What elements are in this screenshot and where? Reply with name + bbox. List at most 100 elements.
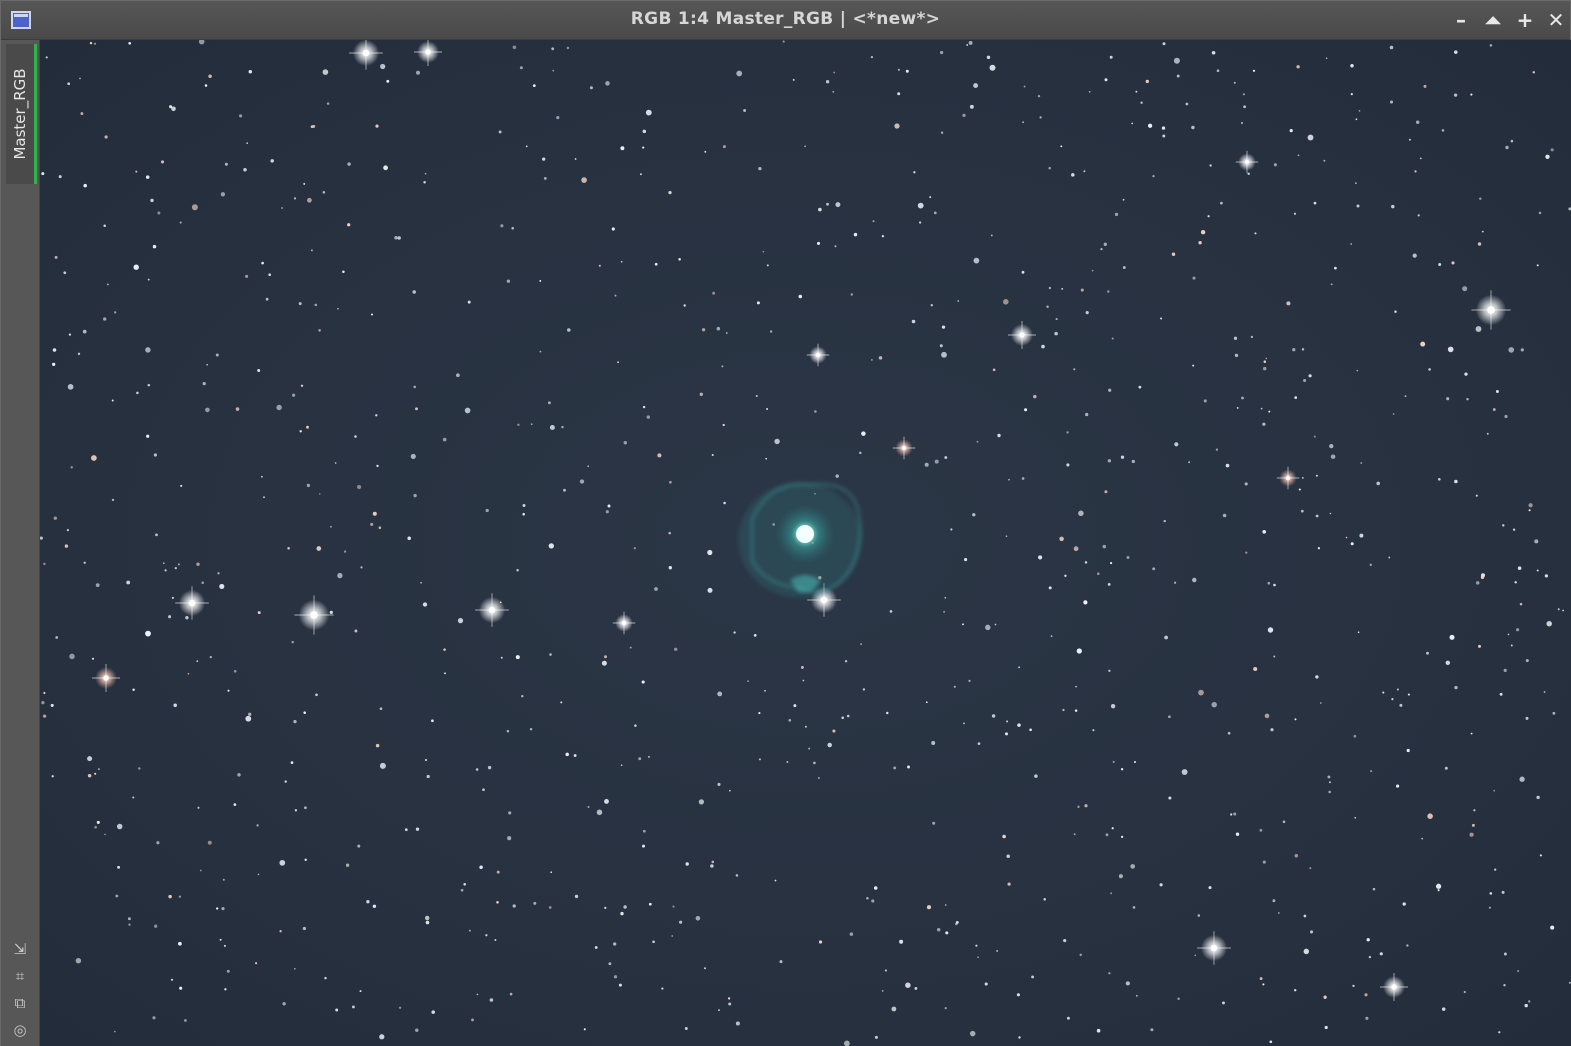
star [1008,478,1010,481]
star [1407,693,1410,696]
image-canvas[interactable] [40,40,1571,1046]
star [489,998,494,1002]
star [246,142,249,144]
star [804,145,807,148]
star [893,766,897,770]
star [1055,318,1058,321]
star [1018,1036,1021,1039]
star [197,806,200,809]
star [668,190,672,195]
star [1297,154,1300,157]
star [256,824,259,827]
star [67,384,74,390]
star [479,865,483,870]
star [723,501,726,505]
star [825,80,830,84]
star [945,931,949,935]
star [1469,832,1474,837]
star [337,307,339,310]
star [1454,479,1458,484]
close-button[interactable]: ✕ [1545,9,1567,31]
star [1211,51,1216,55]
view-tab-label: Master_RGB [11,68,29,160]
star [1315,675,1319,679]
star [398,1006,402,1009]
star [1489,44,1493,47]
star [850,293,854,296]
star [94,825,97,829]
star [1110,704,1116,709]
star [457,617,464,624]
star [354,629,358,633]
star [431,719,434,723]
star [106,283,109,286]
star [1289,129,1293,133]
bright-star [892,436,916,460]
maximize-button[interactable]: + [1514,9,1536,31]
star [733,631,736,634]
star [1352,984,1355,988]
star [386,79,390,83]
view-tab-master-rgb[interactable]: Master_RGB [6,44,37,184]
star [1389,45,1394,50]
star [642,844,645,848]
star [684,1027,688,1030]
star [814,410,817,413]
star [717,782,721,786]
star [1122,266,1126,269]
star [966,44,969,46]
star [962,113,966,118]
star [180,484,183,487]
star [206,363,208,366]
star [583,1028,586,1031]
star [548,543,554,549]
star [1294,853,1299,858]
star [620,911,624,916]
star [1216,69,1220,72]
title-bar[interactable]: RGB 1:4 Master_RGB | <*new*> – ⏶ + ✕ [1,1,1570,40]
clone-icon[interactable]: ⧉ [10,993,30,1013]
star [1173,57,1180,64]
star [80,112,84,116]
star [1002,834,1006,839]
star [764,689,766,692]
star [443,648,446,651]
star [1061,288,1064,290]
star [718,1009,720,1012]
star [1282,820,1286,824]
star [1532,71,1535,74]
star [646,415,650,419]
star [1525,659,1529,663]
star [1492,408,1496,411]
star [1147,123,1153,128]
star [1372,887,1376,891]
star [853,232,858,237]
star [420,581,422,584]
minimize-button[interactable]: – [1450,9,1472,31]
star [841,716,844,720]
star [800,665,804,669]
star [1077,805,1080,808]
star [1519,776,1525,782]
shade-button[interactable]: ⏶ [1482,9,1504,31]
star [1489,892,1493,895]
star [422,602,428,607]
star [968,40,973,45]
crop-icon[interactable]: ⌗ [10,966,30,986]
star [1501,890,1505,894]
bright-star [175,586,209,620]
star [1557,608,1560,611]
star [1103,242,1107,246]
star [816,241,821,245]
star [1159,883,1163,887]
resize-icon[interactable]: ⇲ [10,939,30,959]
star [50,703,54,707]
star [1163,519,1166,523]
star [1313,201,1317,205]
star [191,204,198,211]
star [1520,348,1524,352]
star [939,344,943,348]
star [515,655,520,660]
target-icon[interactable]: ◎ [10,1020,30,1040]
star [1323,995,1327,999]
